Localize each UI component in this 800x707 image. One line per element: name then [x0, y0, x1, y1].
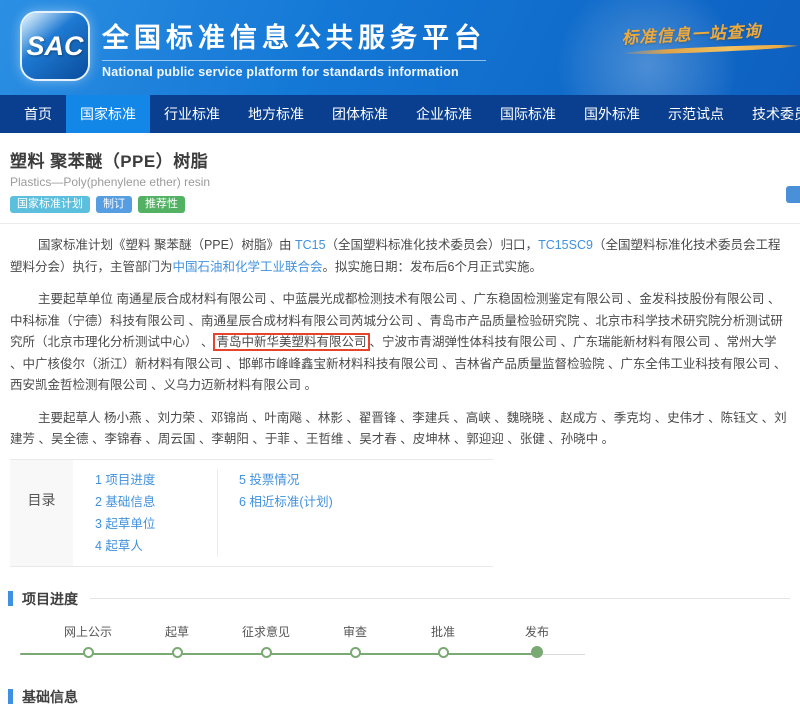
project-progress-title: 项目进度 [22, 589, 78, 609]
nav-item-foreign-standards[interactable]: 国外标准 [570, 95, 654, 133]
toc-links: 1 项目进度 2 基础信息 3 起草单位 4 起草人 5 投票情况 6 相近标准… [73, 460, 493, 566]
nav-item-local-standards[interactable]: 地方标准 [234, 95, 318, 133]
highlight-box-qingdao-zhongxin-huamei: 青岛中新华美塑料有限公司 [213, 333, 369, 351]
main-nav: 首页 国家标准 行业标准 地方标准 团体标准 企业标准 国际标准 国外标准 示范… [0, 95, 800, 133]
section-marker-bar [8, 591, 13, 606]
side-float-widget[interactable] [786, 186, 800, 203]
progress-timeline: 网上公示 起草 征求意见 审查 批准 发布 [0, 619, 800, 677]
cpcif-link[interactable]: 中国石油和化学工业联合会 [173, 260, 323, 274]
toc-link-basic-info[interactable]: 2 基础信息 [95, 491, 217, 513]
step-dot-hollow [261, 647, 272, 658]
project-progress-header: 项目进度 [8, 589, 790, 609]
tc15sc9-link[interactable]: TC15SC9 [538, 238, 593, 252]
badge-formulate: 制订 [96, 196, 132, 213]
intro-text: 国家标准计划《塑料 聚苯醚（PPE）树脂》由 [38, 238, 295, 252]
table-of-contents: 目录 1 项目进度 2 基础信息 3 起草单位 4 起草人 5 投票情况 6 相… [10, 459, 493, 567]
basic-info-title: 基础信息 [22, 687, 78, 707]
toc-link-project-progress[interactable]: 1 项目进度 [95, 469, 217, 491]
timeline-step-online-publicity: 网上公示 [43, 625, 133, 658]
site-header: SAC 全国标准信息公共服务平台 National public service… [0, 0, 800, 95]
drafters-paragraph: 主要起草人 杨小燕 、刘力荣 、邓锦尚 、叶南飚 、林影 、翟晋锋 、李建兵 、… [10, 408, 790, 451]
timeline-step-comment-solicitation: 征求意见 [221, 625, 311, 658]
nav-item-technical-committee[interactable]: 技术委员会 [738, 95, 800, 133]
toc-link-similar-standards[interactable]: 6 相近标准(计划) [239, 491, 493, 513]
plan-description: 国家标准计划《塑料 聚苯醚（PPE）树脂》由 TC15（全国塑料标准化技术委员会… [10, 235, 790, 451]
badge-row: 国家标准计划 制订 推荐性 [10, 196, 790, 213]
toc-column-1: 1 项目进度 2 基础信息 3 起草单位 4 起草人 [95, 469, 217, 557]
page-title-en: Plastics—Poly(phenylene ether) resin [10, 175, 790, 189]
basic-info-section: 基础信息 [0, 687, 800, 707]
drafting-units-paragraph: 主要起草单位 南通星辰合成材料有限公司 、中蓝晨光成都检测技术有限公司 、广东稳… [10, 289, 790, 397]
nav-item-home[interactable]: 首页 [10, 95, 66, 133]
timeline-step-drafting: 起草 [132, 625, 222, 658]
step-dot-hollow [438, 647, 449, 658]
step-dot-hollow [172, 647, 183, 658]
toc-link-drafters[interactable]: 4 起草人 [95, 535, 217, 557]
header-rule [90, 598, 790, 599]
timeline-step-review: 审查 [310, 625, 400, 658]
sac-logo[interactable]: SAC [22, 13, 88, 79]
basic-info-header: 基础信息 [8, 687, 790, 707]
site-title: 全国标准信息公共服务平台 [102, 16, 486, 55]
toc-link-voting[interactable]: 5 投票情况 [239, 469, 493, 491]
badge-national-standard-plan: 国家标准计划 [10, 196, 90, 213]
intro-text: （全国塑料标准化技术委员会）归口， [326, 238, 539, 252]
nav-item-industry-standards[interactable]: 行业标准 [150, 95, 234, 133]
main-content: 塑料 聚苯醚（PPE）树脂 Plastics—Poly(phenylene et… [0, 147, 800, 707]
badge-recommended: 推荐性 [138, 196, 185, 213]
intro-paragraph: 国家标准计划《塑料 聚苯醚（PPE）树脂》由 TC15（全国塑料标准化技术委员会… [10, 235, 790, 278]
nav-item-international-standards[interactable]: 国际标准 [486, 95, 570, 133]
tc15-link[interactable]: TC15 [295, 238, 326, 252]
title-divider [0, 223, 800, 224]
step-dot-hollow [350, 647, 361, 658]
toc-label: 目录 [10, 460, 73, 566]
nav-item-enterprise-standards[interactable]: 企业标准 [402, 95, 486, 133]
step-dot-filled [531, 646, 543, 658]
nav-item-national-standards[interactable]: 国家标准 [66, 95, 150, 133]
sac-logo-text: SAC [26, 31, 83, 62]
step-dot-hollow [83, 647, 94, 658]
nav-item-group-standards[interactable]: 团体标准 [318, 95, 402, 133]
site-subtitle: National public service platform for sta… [102, 60, 486, 79]
plan-title-block: 塑料 聚苯醚（PPE）树脂 Plastics—Poly(phenylene et… [10, 147, 790, 213]
intro-text: 。拟实施日期：发布后6个月正式实施。 [323, 260, 542, 274]
nav-item-pilot-demo[interactable]: 示范试点 [654, 95, 738, 133]
site-title-group: 全国标准信息公共服务平台 National public service pla… [102, 16, 486, 79]
toc-column-2: 5 投票情况 6 相近标准(计划) [217, 469, 493, 557]
page-title: 塑料 聚苯醚（PPE）树脂 [10, 147, 790, 172]
section-marker-bar [8, 689, 13, 704]
timeline-step-publication: 发布 [492, 625, 582, 659]
toc-link-drafting-units[interactable]: 3 起草单位 [95, 513, 217, 535]
timeline-step-approval: 批准 [398, 625, 488, 658]
project-progress-section: 项目进度 网上公示 起草 征求意见 审查 批准 [0, 589, 800, 677]
